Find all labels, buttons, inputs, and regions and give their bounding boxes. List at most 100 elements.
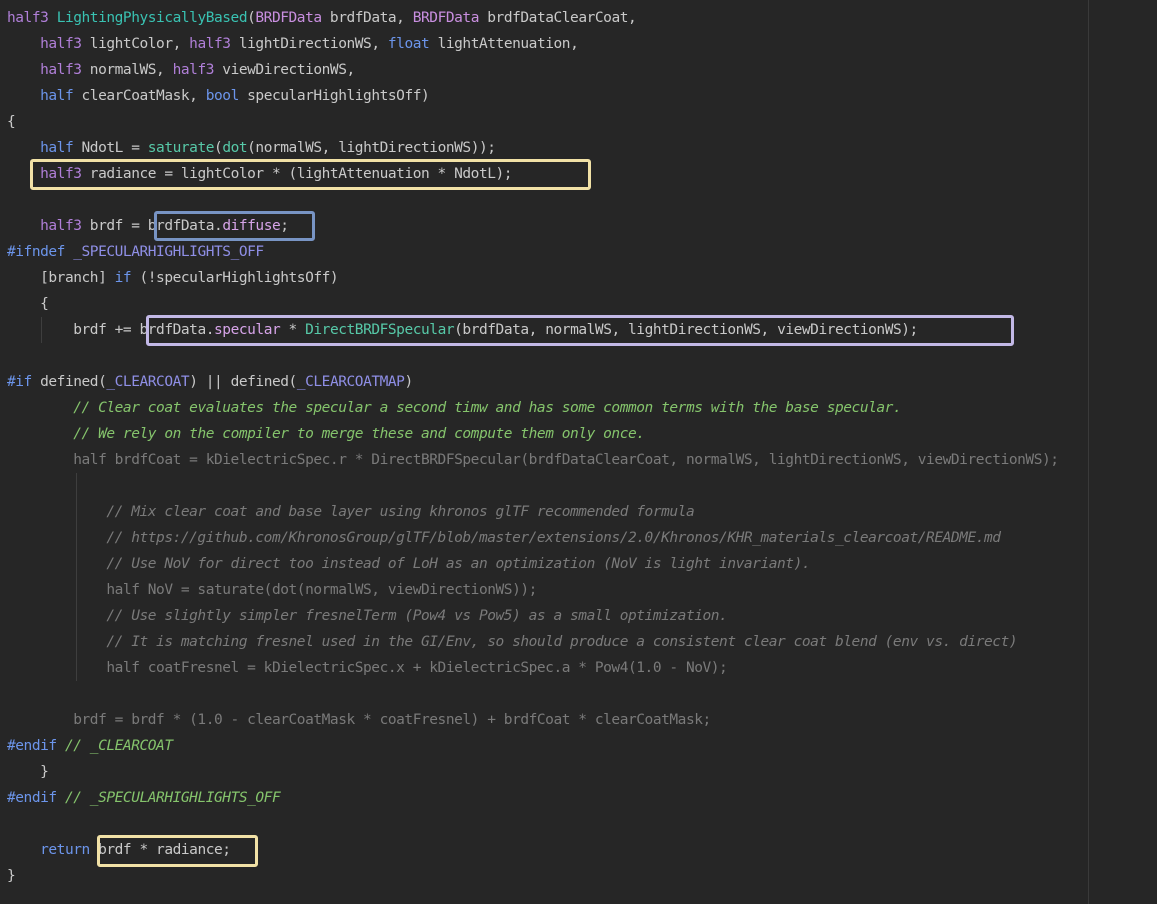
code-token: _CLEARCOATMAP [296,374,405,390]
code-token: clearCoatMask, [73,88,206,104]
code-line[interactable]: brdf = brdf * (1.0 - clearCoatMask * coa… [7,707,711,733]
code-line[interactable]: half3 normalWS, half3 viewDirectionWS, [7,57,355,83]
code-line[interactable]: // It is matching fresnel used in the GI… [7,629,1017,655]
code-token: ) || defined( [189,374,297,390]
code-editor[interactable]: half3 LightingPhysicallyBased(BRDFData b… [0,0,1157,904]
code-line[interactable]: { [7,291,49,317]
code-token: [branch] [7,270,115,286]
code-token: #endif [7,790,57,806]
code-token: _CLEARCOAT [106,374,190,390]
code-token: ) [404,374,413,390]
code-token: defined( [31,374,107,390]
code-token: } [7,764,49,780]
highlight-specular-term [146,315,1014,346]
code-token: { [7,114,16,130]
code-token: half3 [40,36,82,52]
code-token: half3 [40,218,82,234]
code-line[interactable]: // Clear coat evaluates the specular a s… [7,395,901,421]
code-token: half brdfCoat = kDielectricSpec.r * Dire… [7,452,1059,468]
code-token: // It is matching fresnel used in the GI… [106,634,1018,650]
code-line[interactable]: half coatFresnel = kDielectricSpec.x + k… [7,655,727,681]
code-token: // Mix clear coat and base layer using k… [106,504,695,520]
code-token: (normalWS, lightDirectionWS)); [247,140,496,156]
code-token: // https://github.com/KhronosGroup/glTF/… [106,530,1001,546]
highlight-brdf-diffuse [154,211,315,241]
code-token: bool [205,88,240,104]
code-token: #if [7,374,32,390]
code-token: { [7,296,49,312]
code-line[interactable]: // Use NoV for direct too instead of LoH… [7,551,810,577]
code-line[interactable]: #endif // _SPECULARHIGHLIGHTS_OFF [7,785,281,811]
highlight-return-expression [97,835,258,867]
code-line[interactable]: half NoV = saturate(dot(normalWS, viewDi… [7,577,537,603]
code-line[interactable]: // https://github.com/KhronosGroup/glTF/… [7,525,1001,551]
code-line[interactable]: // We rely on the compiler to merge thes… [7,421,645,447]
code-token: brdfDataClearCoat, [478,10,637,26]
code-line[interactable]: // Mix clear coat and base layer using k… [7,499,694,525]
code-line[interactable]: #endif // _CLEARCOAT [7,733,173,759]
code-token: half3 [172,62,215,78]
code-line[interactable]: } [7,863,16,889]
code-line[interactable]: // Use slightly simpler fresnelTerm (Pow… [7,603,727,629]
code-token: if [114,270,132,286]
code-line[interactable]: half NdotL = saturate(dot(normalWS, ligh… [7,135,496,161]
code-token: brdf = [81,218,148,234]
code-token: half NoV = saturate(dot(normalWS, viewDi… [7,582,537,598]
code-token: lightColor, [81,36,190,52]
code-token: NdotL = [73,140,148,156]
code-token: half [40,140,74,156]
code-token: #endif [7,738,57,754]
code-token: LightingPhysicallyBased [56,10,248,26]
code-token: saturate [147,140,215,156]
code-line[interactable]: half3 LightingPhysicallyBased(BRDFData b… [7,5,637,31]
right-margin-guide [1088,0,1089,904]
code-token: // Clear coat evaluates the specular a s… [73,400,902,416]
code-token: half3 [7,10,57,26]
code-line[interactable]: half3 lightColor, half3 lightDirectionWS… [7,31,579,57]
code-token: // Use slightly simpler fresnelTerm (Pow… [106,608,728,624]
code-token: (!specularHighlightsOff) [131,270,339,286]
code-token: } [7,868,16,884]
code-token: float [387,36,430,52]
code-token: // _CLEARCOAT [64,738,173,754]
code-line[interactable]: #if defined(_CLEARCOAT) || defined(_CLEA… [7,369,413,395]
code-line[interactable]: half brdfCoat = kDielectricSpec.r * Dire… [7,447,1059,473]
code-token: dot [222,140,248,156]
code-token: brdfData, [321,10,413,26]
code-token: // _SPECULARHIGHLIGHTS_OFF [64,790,281,806]
code-token: normalWS, [81,62,173,78]
code-line[interactable]: [branch] if (!specularHighlightsOff) [7,265,339,291]
code-token: viewDirectionWS, [214,62,355,78]
code-token: _SPECULARHIGHLIGHTS_OFF [73,244,264,260]
code-token: specularHighlightsOff) [238,88,430,104]
code-token: lightDirectionWS, [230,36,388,52]
highlight-radiance-line [30,159,591,190]
code-line[interactable]: { [7,109,16,135]
code-token: half coatFresnel = kDielectricSpec.x + k… [7,660,728,676]
code-line[interactable]: half clearCoatMask, bool specularHighlig… [7,83,430,109]
code-token: brdf += [7,322,140,338]
code-token: #ifndef [7,244,65,260]
code-token: BRDFData [255,10,322,26]
code-token: // We rely on the compiler to merge thes… [73,426,645,442]
code-token: lightAttenuation, [429,36,579,52]
code-token: return [40,842,90,858]
code-line[interactable]: #ifndef _SPECULARHIGHLIGHTS_OFF [7,239,264,265]
code-token: half3 [189,36,231,52]
code-line[interactable]: } [7,759,49,785]
code-token: brdf = brdf * (1.0 - clearCoatMask * coa… [7,712,711,728]
